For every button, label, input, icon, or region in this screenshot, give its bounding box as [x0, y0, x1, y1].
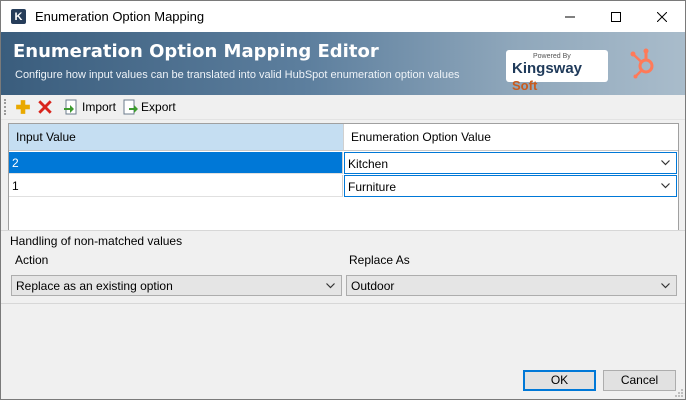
replace-as-label: Replace As — [349, 253, 410, 267]
header-banner: Enumeration Option Mapping Editor Config… — [1, 32, 685, 95]
delete-row-button[interactable] — [37, 97, 53, 117]
close-button[interactable] — [639, 1, 685, 32]
option-value-text: Kitchen — [348, 157, 389, 171]
chevron-down-icon — [326, 283, 335, 289]
logo-name: Kingsway Soft — [512, 60, 608, 94]
import-label: Import — [82, 100, 117, 114]
cancel-button[interactable]: Cancel — [603, 370, 676, 391]
column-header-input-value[interactable]: Input Value — [9, 124, 344, 151]
option-value-text: Furniture — [348, 180, 397, 194]
import-icon — [64, 99, 77, 115]
add-row-button[interactable] — [15, 97, 31, 117]
dialog-window: K Enumeration Option Mapping Enumeration… — [0, 0, 686, 400]
grid-header: Input Value Enumeration Option Value — [9, 124, 678, 152]
toolbar: Import Export — [1, 95, 685, 120]
export-button[interactable]: Export — [122, 97, 176, 117]
logo-name-text: Kingsway — [512, 60, 583, 77]
banner-subtitle: Configure how input values can be transl… — [15, 69, 460, 81]
window-title: Enumeration Option Mapping — [35, 9, 205, 24]
app-icon: K — [11, 9, 26, 24]
delete-x-icon — [38, 100, 52, 114]
chevron-down-icon — [661, 283, 670, 289]
option-value-dropdown[interactable]: Kitchen — [344, 152, 677, 174]
option-value-dropdown[interactable]: Furniture — [344, 175, 677, 197]
table-row[interactable]: 1 Furniture — [9, 175, 678, 198]
chevron-down-icon — [661, 183, 670, 189]
kingswaysoft-logo: Powered By Kingsway Soft — [506, 50, 608, 93]
minimize-button[interactable] — [547, 1, 593, 32]
logo-soft-text: Soft — [512, 78, 538, 93]
plus-icon — [16, 100, 30, 114]
banner-title: Enumeration Option Mapping Editor — [13, 41, 379, 62]
resize-grip-icon[interactable] — [674, 388, 684, 398]
action-select-value: Replace as an existing option — [16, 279, 173, 293]
input-value-cell[interactable]: 1 — [9, 175, 343, 197]
maximize-icon — [611, 11, 621, 22]
action-label: Action — [15, 253, 49, 267]
divider — [1, 230, 685, 231]
replace-as-select[interactable]: Outdoor — [346, 275, 677, 296]
action-select[interactable]: Replace as an existing option — [11, 275, 342, 296]
handling-section-label: Handling of non-matched values — [10, 234, 183, 248]
mapping-grid[interactable]: Input Value Enumeration Option Value 2 K… — [8, 123, 679, 231]
logo-powered-by: Powered By — [533, 53, 571, 60]
input-value-cell[interactable]: 2 — [9, 152, 343, 174]
chevron-down-icon — [661, 160, 670, 166]
title-bar: K Enumeration Option Mapping — [1, 1, 685, 32]
divider — [1, 303, 685, 304]
close-icon — [657, 11, 667, 22]
minimize-icon — [565, 16, 575, 17]
toolbar-grip[interactable] — [4, 99, 9, 115]
maximize-button[interactable] — [593, 1, 639, 32]
replace-as-select-value: Outdoor — [351, 279, 395, 293]
window-controls — [547, 1, 685, 32]
export-label: Export — [141, 100, 176, 114]
column-header-enumeration-option-value[interactable]: Enumeration Option Value — [344, 124, 678, 151]
import-button[interactable]: Import — [63, 97, 116, 117]
export-icon — [123, 99, 139, 115]
ok-button[interactable]: OK — [523, 370, 596, 391]
table-row[interactable]: 2 Kitchen — [9, 152, 678, 175]
hubspot-icon — [630, 48, 654, 79]
